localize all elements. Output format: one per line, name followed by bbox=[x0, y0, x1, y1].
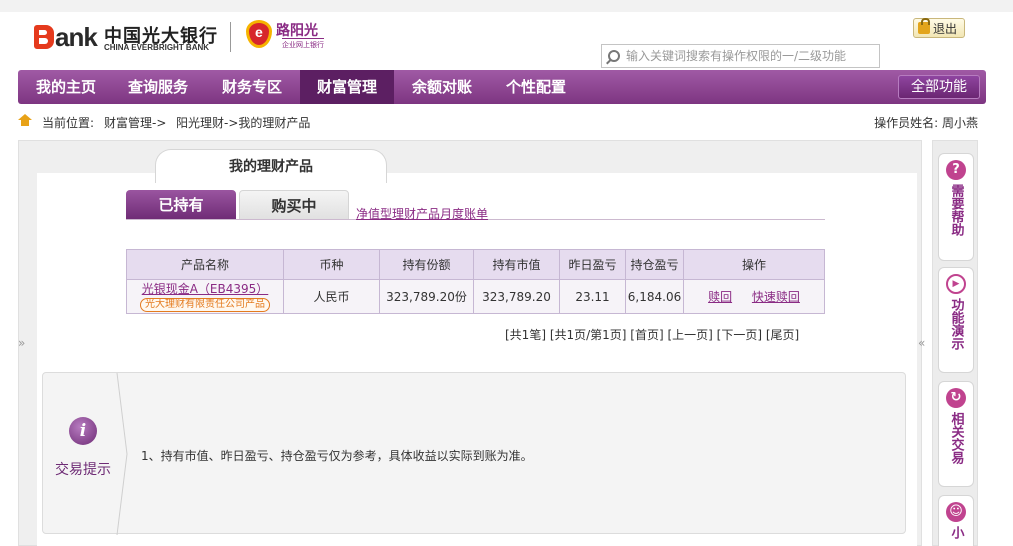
actions-cell: 赎回 快速赎回 bbox=[683, 279, 825, 314]
breadcrumb: 当前位置: 财富管理-> 阳光理财->我的理财产品 操作员姓名: 周小燕 bbox=[18, 112, 986, 132]
operator-info: 操作员姓名: 周小燕 bbox=[874, 114, 978, 131]
bank-name-en: CHINA EVERBRIGHT BANK bbox=[104, 43, 210, 52]
column-header: 持仓盈亏 bbox=[625, 249, 684, 280]
home-icon[interactable] bbox=[18, 114, 32, 126]
sunshine-title: 路阳光 bbox=[276, 23, 318, 39]
market-value-cell: 323,789.20 bbox=[473, 279, 560, 314]
collapse-right-button[interactable]: « bbox=[918, 336, 925, 350]
quick-redeem-link[interactable]: 快速赎回 bbox=[752, 290, 800, 304]
breadcrumb-prefix: 当前位置: bbox=[42, 116, 95, 130]
search-icon[interactable] bbox=[608, 50, 620, 62]
tab-buying[interactable]: 购买中 bbox=[239, 190, 349, 220]
help-button[interactable]: ? 需要帮助 bbox=[938, 153, 974, 261]
nav-item-settings[interactable]: 个性配置 bbox=[492, 70, 580, 104]
breadcrumb-sunshine[interactable]: 阳光理财->我的理财产品 bbox=[176, 114, 310, 131]
column-header: 持有份额 bbox=[379, 249, 474, 280]
expand-left-button[interactable]: » bbox=[18, 336, 25, 350]
column-header: 操作 bbox=[683, 249, 825, 280]
logout-label: 退出 bbox=[933, 21, 958, 36]
nav-item-balance[interactable]: 余额对账 bbox=[398, 70, 486, 104]
related-trade-label: 相关交易 bbox=[948, 412, 964, 464]
tips-panel: i 交易提示 1、持有市值、昨日盈亏、持仓盈亏仅为参考，具体收益以实际到账为准。 bbox=[42, 372, 906, 535]
logout-button[interactable]: 退出 bbox=[913, 18, 965, 38]
column-header: 币种 bbox=[283, 249, 380, 280]
page-title: 我的理财产品 bbox=[155, 149, 387, 183]
product-name-link[interactable]: 光银现金A（EB4395） bbox=[127, 282, 283, 296]
main-nav: 我的主页 查询服务 财务专区 财富管理 余额对账 个性配置 全部功能 bbox=[18, 70, 986, 104]
search-input[interactable] bbox=[626, 49, 866, 63]
shares-cell: 323,789.20份 bbox=[379, 279, 474, 314]
bank-logo-mark bbox=[34, 25, 54, 49]
nav-item-wealth[interactable]: 财富管理 bbox=[300, 70, 394, 104]
demo-label: 功能演示 bbox=[948, 298, 964, 350]
sunshine-subtitle: 企业网上银行 bbox=[282, 38, 324, 50]
right-rail: ? 需要帮助 ▶ 功能演示 ↻ 相关交易 ☺ 小 bbox=[932, 140, 978, 546]
help-label: 需要帮助 bbox=[948, 184, 964, 236]
holdings-table: 产品名称 币种 持有份额 持有市值 昨日盈亏 持仓盈亏 操作 光银现金A（EB4… bbox=[126, 249, 825, 314]
related-trade-button[interactable]: ↻ 相关交易 bbox=[938, 381, 974, 487]
operator-label: 操作员姓名: bbox=[874, 116, 939, 130]
table-row: 光银现金A（EB4395） 光大理财有限责任公司产品 人民币 323,789.2… bbox=[126, 279, 825, 314]
product-cell: 光银现金A（EB4395） 光大理财有限责任公司产品 bbox=[126, 279, 284, 314]
tab-held[interactable]: 已持有 bbox=[126, 190, 236, 220]
logo-divider bbox=[230, 22, 231, 52]
column-header: 持有市值 bbox=[473, 249, 560, 280]
column-header: 产品名称 bbox=[126, 249, 284, 280]
question-icon: ? bbox=[946, 160, 966, 180]
bank-logo-word: ank bbox=[55, 22, 98, 52]
nav-item-home[interactable]: 我的主页 bbox=[22, 70, 110, 104]
currency-cell: 人民币 bbox=[283, 279, 380, 314]
tips-divider-arrow bbox=[116, 373, 128, 535]
refresh-icon: ↻ bbox=[946, 388, 966, 408]
redeem-link[interactable]: 赎回 bbox=[708, 290, 732, 304]
yesterday-pl-cell: 23.11 bbox=[559, 279, 626, 314]
tips-title: 交易提示 bbox=[55, 462, 111, 478]
issuer-badge: 光大理财有限责任公司产品 bbox=[140, 297, 270, 312]
column-header: 昨日盈亏 bbox=[559, 249, 626, 280]
nav-item-query[interactable]: 查询服务 bbox=[114, 70, 202, 104]
info-icon: i bbox=[69, 417, 97, 445]
play-icon: ▶ bbox=[946, 274, 966, 294]
nav-item-finance[interactable]: 财务专区 bbox=[208, 70, 296, 104]
monthly-statement-link[interactable]: 净值型理财产品月度账单 bbox=[356, 205, 488, 222]
smile-icon: ☺ bbox=[946, 502, 966, 522]
tips-text: 1、持有市值、昨日盈亏、持仓盈亏仅为参考，具体收益以实际到账为准。 bbox=[141, 449, 533, 463]
assistant-button[interactable]: ☺ 小 bbox=[938, 495, 974, 546]
assistant-label: 小 bbox=[948, 526, 964, 539]
breadcrumb-wealth[interactable]: 财富管理-> bbox=[104, 114, 166, 131]
lock-icon bbox=[918, 18, 930, 34]
all-functions-button[interactable]: 全部功能 bbox=[898, 75, 980, 99]
operator-name: 周小燕 bbox=[941, 116, 978, 130]
top-strip bbox=[0, 0, 1013, 12]
search-box[interactable] bbox=[601, 44, 880, 68]
position-pl-cell: 6,184.06 bbox=[625, 279, 684, 314]
pagination[interactable]: [共1笔] [共1页/第1页] [首页] [上一页] [下一页] [尾页] bbox=[505, 326, 799, 343]
demo-button[interactable]: ▶ 功能演示 bbox=[938, 267, 974, 373]
